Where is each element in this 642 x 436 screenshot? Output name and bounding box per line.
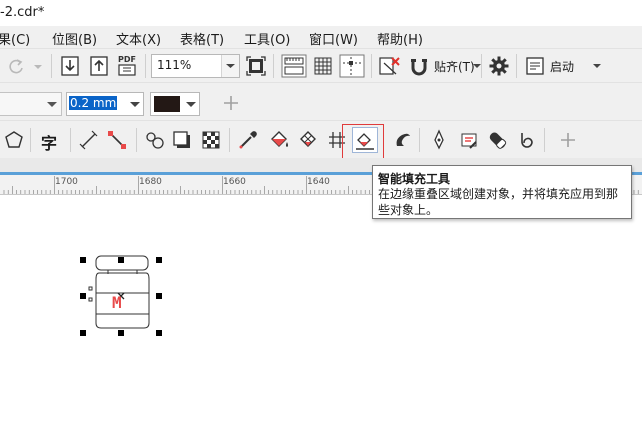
- redo-dropdown-icon[interactable]: [29, 55, 47, 77]
- menu-tools[interactable]: 工具(O): [244, 29, 290, 48]
- snap-to-dropdown[interactable]: 贴齐(T): [408, 55, 481, 77]
- launch-icon: [526, 57, 544, 75]
- launch-label: 启动: [550, 60, 575, 74]
- snap-off-icon[interactable]: [378, 54, 402, 78]
- menu-window[interactable]: 窗口(W): [309, 29, 358, 48]
- transparency-tool-icon[interactable]: [200, 129, 222, 151]
- smart-fill-tool-icon[interactable]: [352, 127, 378, 153]
- ruler-label: 1700: [55, 177, 78, 187]
- ruler-label: 1640: [307, 177, 330, 187]
- pen-tool-icon[interactable]: [428, 129, 450, 151]
- outline-color-dropdown-icon: [186, 102, 196, 107]
- outline-width-value: 0.2 mm: [69, 96, 118, 110]
- drop-shadow-tool-icon[interactable]: [171, 129, 193, 151]
- customize-toolbox-plus-icon[interactable]: [557, 129, 579, 151]
- text-tool-icon[interactable]: 字: [38, 128, 60, 153]
- ruler-label: 1680: [139, 177, 162, 187]
- redo-icon[interactable]: [6, 55, 28, 77]
- outline-color-picker[interactable]: [150, 92, 200, 116]
- publish-pdf-icon[interactable]: PDF: [116, 54, 140, 78]
- title-bar: -2.cdr*: [0, 0, 642, 26]
- zoom-level-select[interactable]: 111%: [151, 54, 240, 78]
- show-guidelines-icon[interactable]: [339, 54, 365, 78]
- blend-tool-icon[interactable]: [144, 129, 166, 151]
- property-bar: 0.2 mm: [0, 82, 642, 121]
- drawing-canvas[interactable]: M: [0, 195, 642, 436]
- mesh-fill-tool-icon[interactable]: [297, 129, 319, 151]
- menu-bitmaps[interactable]: 位图(B): [52, 29, 97, 48]
- export-icon[interactable]: [88, 55, 110, 77]
- attributes-eyedropper-icon[interactable]: [458, 129, 480, 151]
- object-letter: M: [112, 293, 122, 312]
- artistic-media-tool-icon[interactable]: [392, 129, 414, 151]
- toolbox: 字: [0, 120, 642, 166]
- menu-table[interactable]: 表格(T): [180, 29, 224, 48]
- tooltip-description: 在边缘重叠区域创建对象，并将填充应用到那些对象上。: [378, 187, 619, 217]
- zoom-dropdown-icon[interactable]: [221, 55, 239, 77]
- snap-icon: [411, 59, 427, 76]
- menu-text[interactable]: 文本(X): [116, 29, 161, 48]
- tooltip-title: 智能填充工具: [378, 172, 451, 186]
- show-rulers-icon[interactable]: [281, 54, 307, 78]
- outline-width-dropdown-icon: [130, 102, 140, 107]
- ruler-label: 1660: [223, 177, 246, 187]
- parallel-dimension-tool-icon[interactable]: [78, 129, 100, 151]
- import-icon[interactable]: [59, 55, 81, 77]
- text-tool-glyph: 字: [41, 134, 58, 153]
- selected-object-group[interactable]: [0, 195, 642, 436]
- polygon-tool-icon[interactable]: [3, 129, 25, 151]
- outline-width-select[interactable]: 0.2 mm: [66, 92, 144, 116]
- full-screen-preview-icon[interactable]: [245, 55, 267, 77]
- outline-style-dropdown-icon: [47, 102, 57, 107]
- color-eyedropper-tool-icon[interactable]: [237, 129, 259, 151]
- menu-bar: 果(C) 位图(B) 文本(X) 表格(T) 工具(O) 窗口(W) 帮助(H): [0, 26, 642, 48]
- smooth-tool-icon[interactable]: [516, 129, 538, 151]
- smart-fill-tooltip: 智能填充工具 在边缘重叠区域创建对象，并将填充应用到那些对象上。: [372, 165, 632, 219]
- zoom-value: 111%: [157, 58, 192, 72]
- interactive-fill-tool-icon[interactable]: [268, 129, 290, 151]
- eraser-tool-icon[interactable]: [487, 129, 509, 151]
- outline-color-swatch: [154, 96, 180, 112]
- add-preset-plus-icon[interactable]: [220, 92, 242, 114]
- launch-dropdown[interactable]: 启动: [524, 55, 604, 77]
- show-grid-icon[interactable]: [312, 55, 334, 77]
- outline-style-select[interactable]: [0, 92, 62, 116]
- window-title: -2.cdr*: [0, 5, 45, 20]
- standard-toolbar: PDF 111% 贴齐(T) 启动: [0, 48, 642, 83]
- options-gear-icon[interactable]: [488, 55, 510, 77]
- launch-dropdown-icon: [593, 64, 601, 68]
- menu-effects[interactable]: 果(C): [0, 29, 30, 48]
- connector-tool-icon[interactable]: [106, 129, 128, 151]
- snap-label: 贴齐(T): [434, 60, 475, 74]
- menu-help[interactable]: 帮助(H): [377, 29, 423, 48]
